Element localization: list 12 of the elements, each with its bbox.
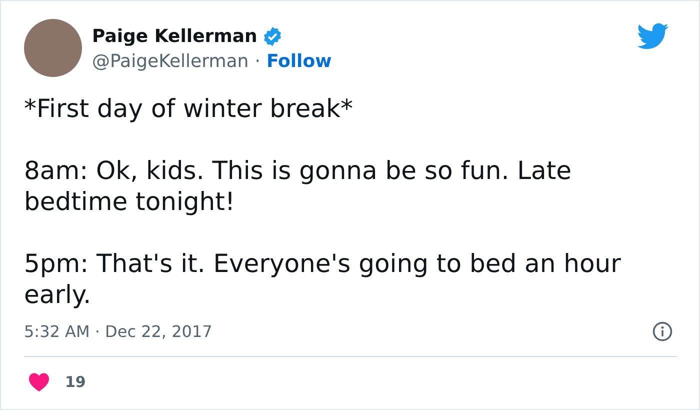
- heart-icon[interactable]: [28, 372, 50, 392]
- tweet-timestamp[interactable]: 5:32 AM · Dec 22, 2017: [24, 322, 212, 341]
- tweet-paragraph: 5pm: That's it. Everyone's going to bed an hour early.: [24, 248, 622, 310]
- follow-link[interactable]: Follow: [266, 51, 332, 72]
- like-count: 19: [65, 373, 86, 391]
- info-icon[interactable]: [652, 321, 673, 342]
- separator: ·: [254, 51, 260, 72]
- bird-logo-icon[interactable]: [637, 23, 669, 50]
- author-handle[interactable]: @PaigeKellerman: [92, 51, 249, 72]
- author-name[interactable]: Paige Kellerman: [92, 26, 258, 46]
- tweet-paragraph: *First day of winter break*: [24, 93, 354, 124]
- tweet-paragraph: 8am: Ok, kids. This is gonna be so fun. Late bedtime tonight!: [24, 155, 573, 217]
